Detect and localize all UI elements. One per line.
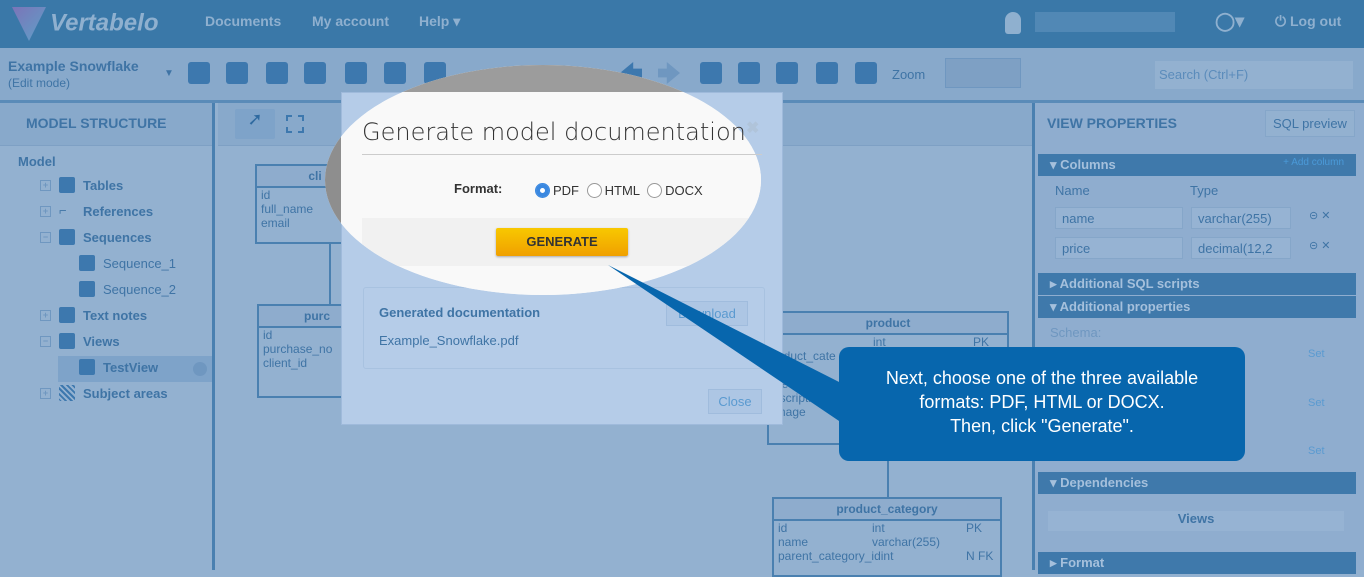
tooltip-pointer (608, 265, 845, 425)
pointer-arrow (608, 265, 845, 425)
tutorial-tooltip: Next, choose one of the three available … (839, 347, 1245, 461)
